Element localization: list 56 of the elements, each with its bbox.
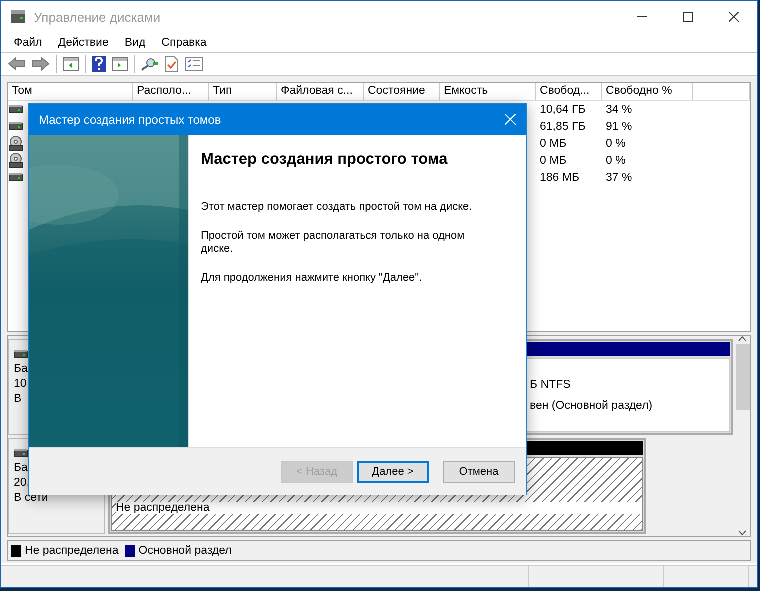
table-cell-text: 10,64 ГБ xyxy=(539,104,587,116)
column-header[interactable]: Свобод... xyxy=(536,83,602,100)
scrollbar[interactable] xyxy=(735,336,750,536)
menu-item[interactable]: Справка xyxy=(154,36,215,49)
column-header[interactable]: Состояние xyxy=(364,83,440,100)
forward-arrow-icon[interactable] xyxy=(32,57,50,72)
back-arrow-icon[interactable] xyxy=(8,57,26,72)
wizard-button[interactable]: Далее > xyxy=(357,460,429,482)
partition-info: Б NTFS xyxy=(530,378,572,391)
drive-icon xyxy=(14,448,28,458)
table-cell-text: 0 % xyxy=(605,154,626,167)
column-header[interactable]: Располо... xyxy=(133,83,209,100)
menu-item[interactable]: Файл xyxy=(6,36,50,49)
column-header[interactable]: Свободно % xyxy=(602,83,693,100)
disk-label: Ба xyxy=(14,363,29,376)
disk-label: В xyxy=(14,393,23,406)
partition-info: вен (Основной раздел) xyxy=(530,400,654,412)
checklist-icon[interactable] xyxy=(185,57,203,72)
maximize-icon[interactable] xyxy=(683,12,693,22)
column-header[interactable]: Емкость xyxy=(440,83,536,100)
table-cell-text: 61,85 ГБ xyxy=(539,120,587,133)
panel-icon[interactable] xyxy=(63,57,79,72)
help-icon[interactable] xyxy=(92,56,106,72)
table-cell-text: 0 % xyxy=(605,138,626,150)
disk-label: 10 xyxy=(14,378,28,390)
document-check-icon[interactable] xyxy=(165,56,179,72)
wizard-button[interactable]: Отмена xyxy=(443,460,515,482)
column-header[interactable]: Файловая с... xyxy=(277,83,364,100)
table-cell-text: 0 МБ xyxy=(539,138,568,150)
table-cell-text: 37 % xyxy=(605,172,632,184)
disk-label: Ба xyxy=(14,462,29,474)
disk-label: В сети xyxy=(14,492,50,504)
scroll-up-icon[interactable] xyxy=(738,336,747,342)
wizard-heading: Мастер создания простого тома xyxy=(201,151,449,169)
menu-item[interactable]: Вид xyxy=(116,36,154,49)
window-title: Управление дисками xyxy=(34,10,161,25)
partition-info: Не распределена xyxy=(116,502,642,514)
menu-item[interactable]: Действие xyxy=(50,36,117,49)
wizard-text: Для продолжения нажмите кнопку "Далее". xyxy=(201,272,424,285)
wizard-text: Простой том может располагаться только на одном диске. xyxy=(201,230,466,256)
table-cell-text: 0 МБ xyxy=(539,154,568,167)
drive-icon xyxy=(14,350,28,359)
dialog-title: Мастер создания простых томов xyxy=(39,112,222,126)
table-cell-text: 186 МБ xyxy=(539,172,581,184)
scroll-down-icon[interactable] xyxy=(738,530,747,536)
wizard-text: Этот мастер помогает создать простой том на диске. xyxy=(201,201,474,214)
legend-label: Не распределена xyxy=(25,544,119,557)
table-cell-text: 91 % xyxy=(605,120,632,133)
legend-label: Основной раздел xyxy=(138,544,232,557)
column-header[interactable]: Том xyxy=(8,83,133,100)
disk-management-icon xyxy=(10,9,26,26)
panel-icon[interactable] xyxy=(112,57,128,72)
close-icon[interactable] xyxy=(729,12,739,22)
column-header[interactable]: Тип xyxy=(209,83,277,100)
table-cell-text: 34 % xyxy=(605,104,632,116)
magnifier-icon[interactable] xyxy=(141,57,159,72)
